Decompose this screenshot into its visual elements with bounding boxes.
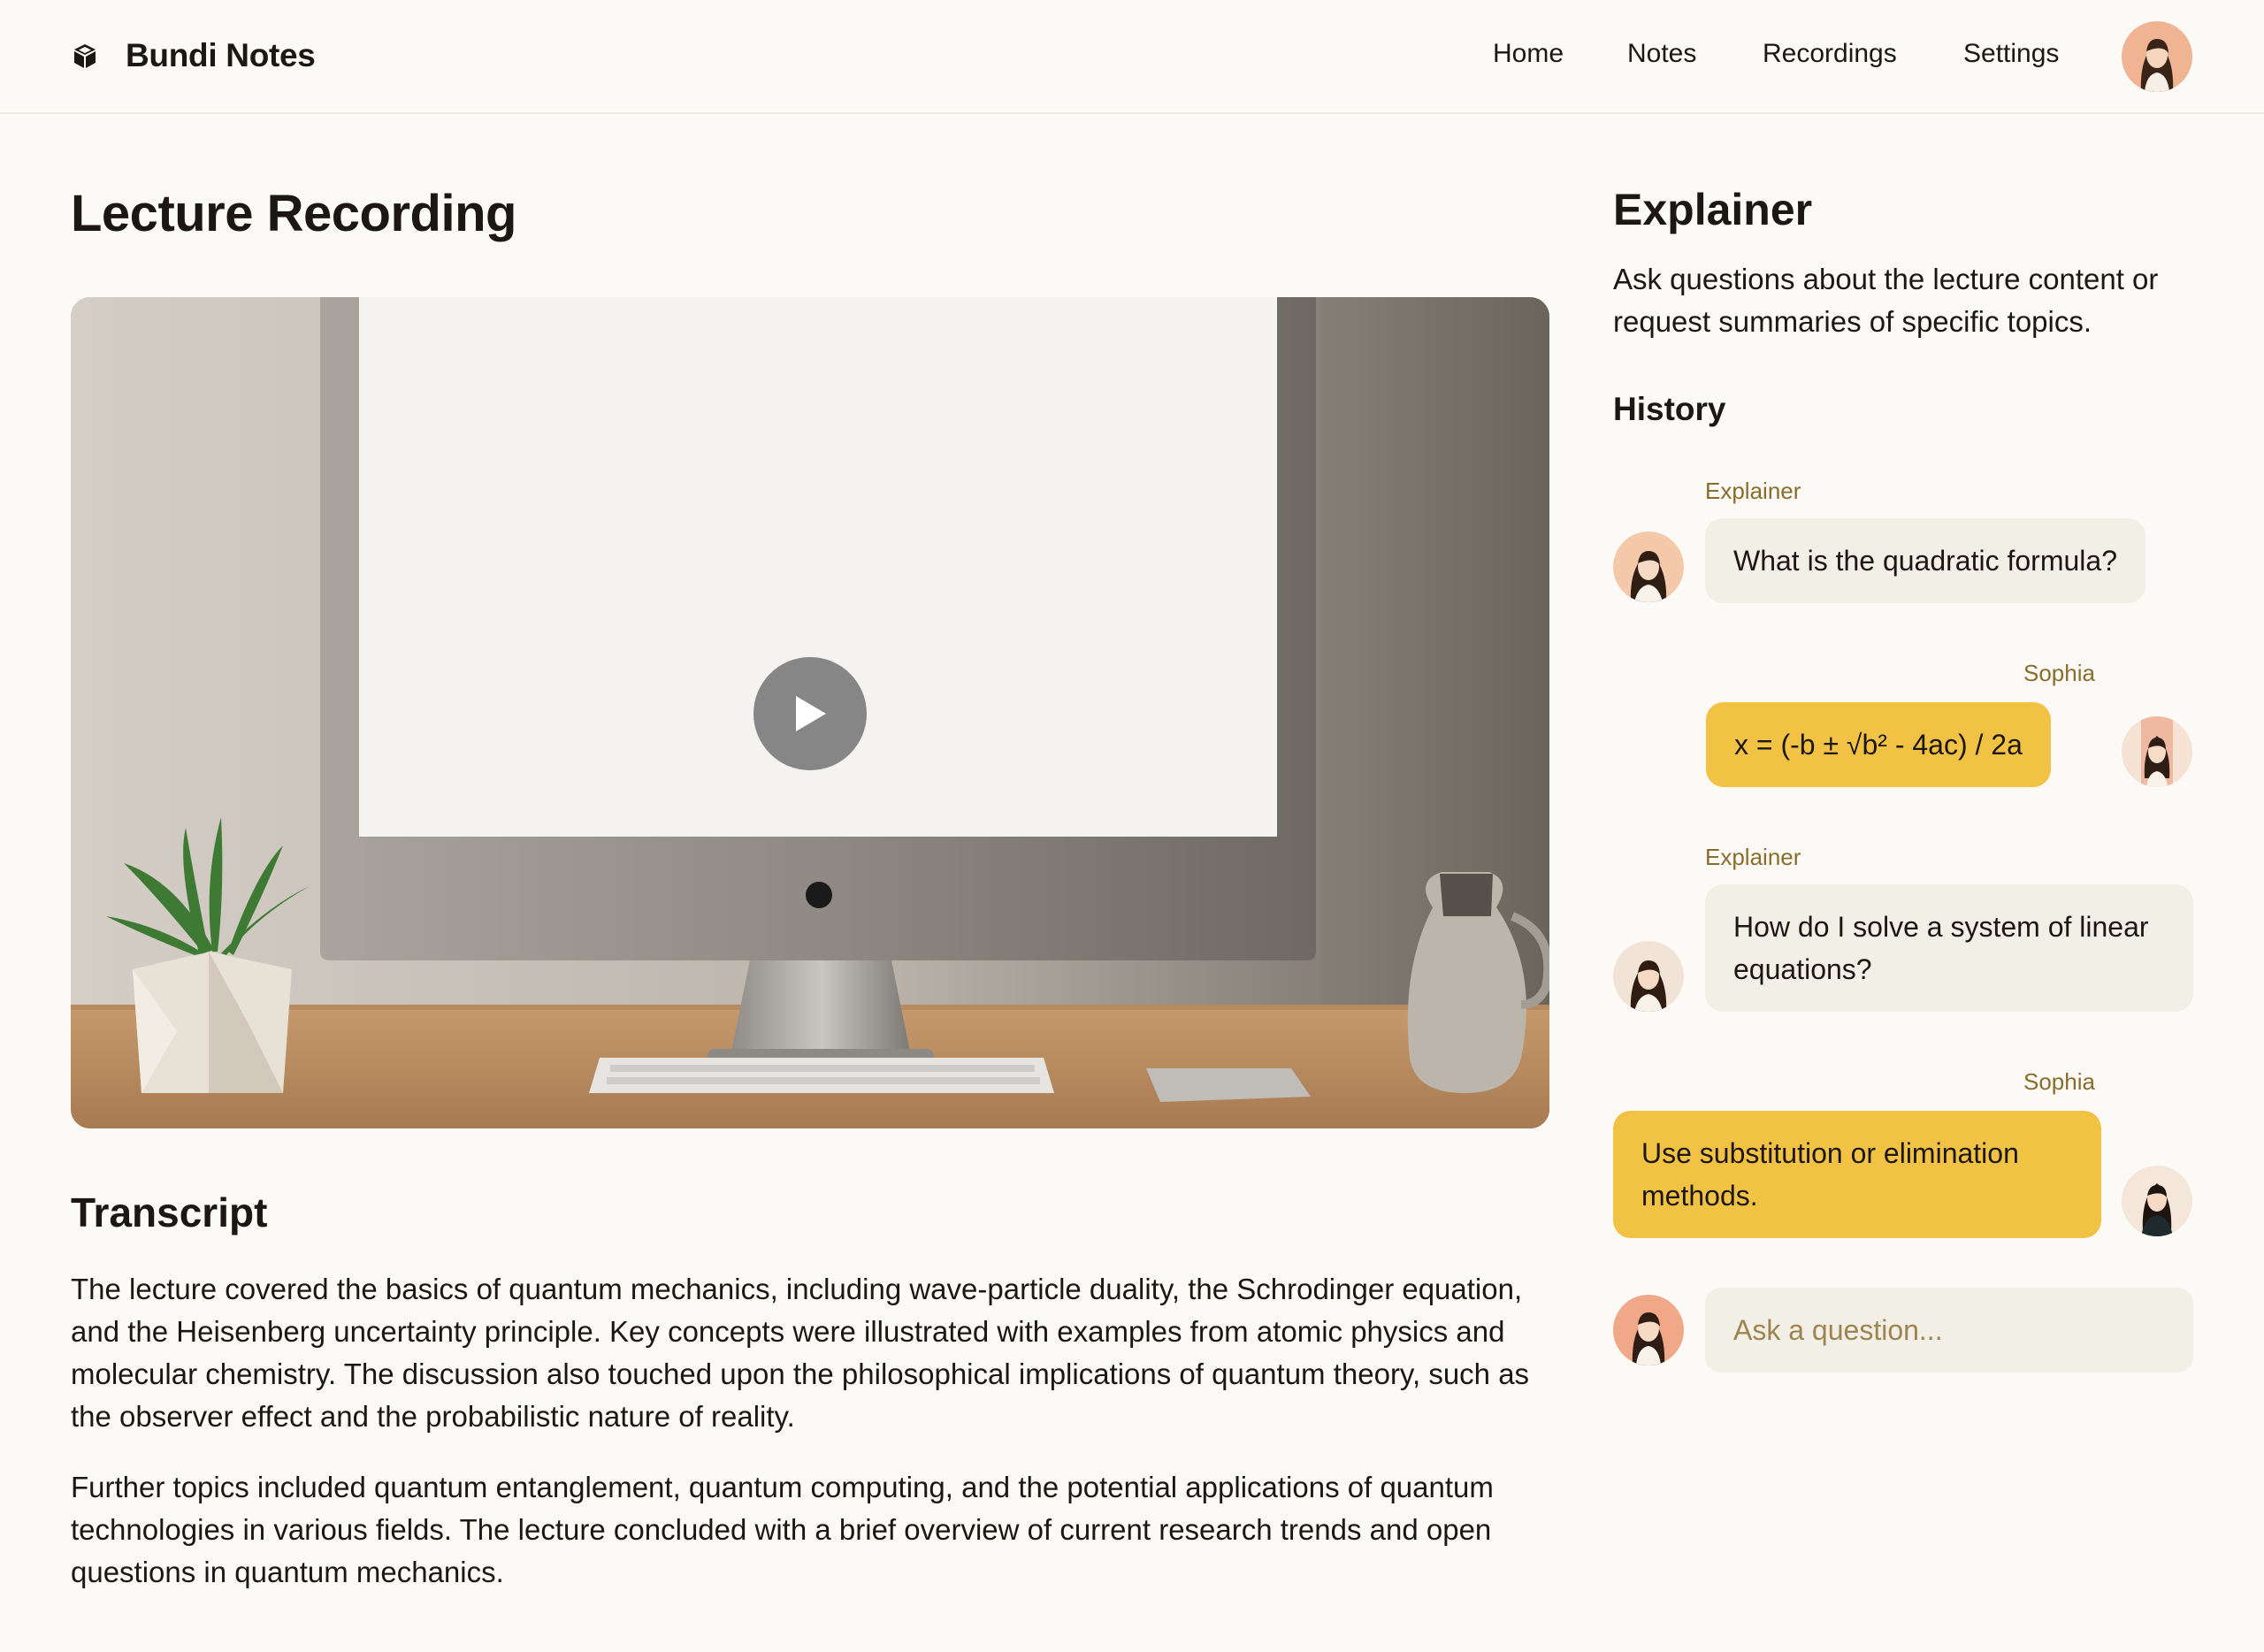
- page-title: Lecture Recording: [71, 185, 516, 242]
- user-avatar: [2122, 1166, 2192, 1236]
- avatar-portrait: [2122, 716, 2192, 787]
- nav-settings[interactable]: Settings: [1963, 39, 2059, 69]
- message-bubble: How do I solve a system of linear equati…: [1705, 884, 2193, 1012]
- message-sender: Sophia: [2023, 1068, 2095, 1095]
- top-navigation-bar: Bundi Notes Home Notes Recordings Settin…: [0, 0, 2264, 114]
- nav-notes[interactable]: Notes: [1627, 39, 1696, 69]
- nav-recordings[interactable]: Recordings: [1763, 39, 1897, 69]
- message-sender: Explainer: [1705, 478, 1801, 504]
- cube-icon: [74, 44, 96, 68]
- user-avatar: [2122, 716, 2192, 787]
- transcript-heading: Transcript: [71, 1189, 268, 1235]
- message-sender: Explainer: [1705, 844, 1801, 870]
- app-name: Bundi Notes: [126, 37, 316, 73]
- video-player[interactable]: [71, 297, 1549, 1128]
- transcript-paragraph: Further topics included quantum entangle…: [71, 1471, 1494, 1588]
- avatar-portrait: [1613, 941, 1684, 1012]
- history-heading: History: [1613, 391, 1726, 427]
- input-avatar: [1613, 1295, 1684, 1365]
- message-bubble: What is the quadratic formula?: [1705, 518, 2145, 603]
- profile-avatar[interactable]: [2122, 21, 2192, 92]
- message-sender: Sophia: [2023, 660, 2095, 686]
- message-bubble: x = (-b ± √b² - 4ac) / 2a: [1706, 702, 2051, 787]
- explainer-title: Explainer: [1613, 185, 1813, 234]
- explainer-avatar: [1613, 941, 1684, 1012]
- brand[interactable]: Bundi Notes: [71, 34, 316, 78]
- message-bubble: Use substitution or elimination methods.: [1613, 1111, 2101, 1238]
- avatar-portrait: [1613, 532, 1684, 602]
- explainer-description: Ask questions about the lecture content …: [1613, 263, 2159, 338]
- explainer-avatar: [1613, 532, 1684, 602]
- question-input[interactable]: [1705, 1288, 2193, 1373]
- avatar-portrait: [2122, 1166, 2192, 1236]
- nav-home[interactable]: Home: [1493, 39, 1564, 69]
- play-icon: [796, 696, 826, 731]
- avatar-portrait: [1613, 1295, 1684, 1365]
- transcript-paragraph: The lecture covered the basics of quantu…: [71, 1273, 1530, 1433]
- play-button[interactable]: [753, 657, 867, 770]
- avatar-portrait: [2122, 21, 2192, 92]
